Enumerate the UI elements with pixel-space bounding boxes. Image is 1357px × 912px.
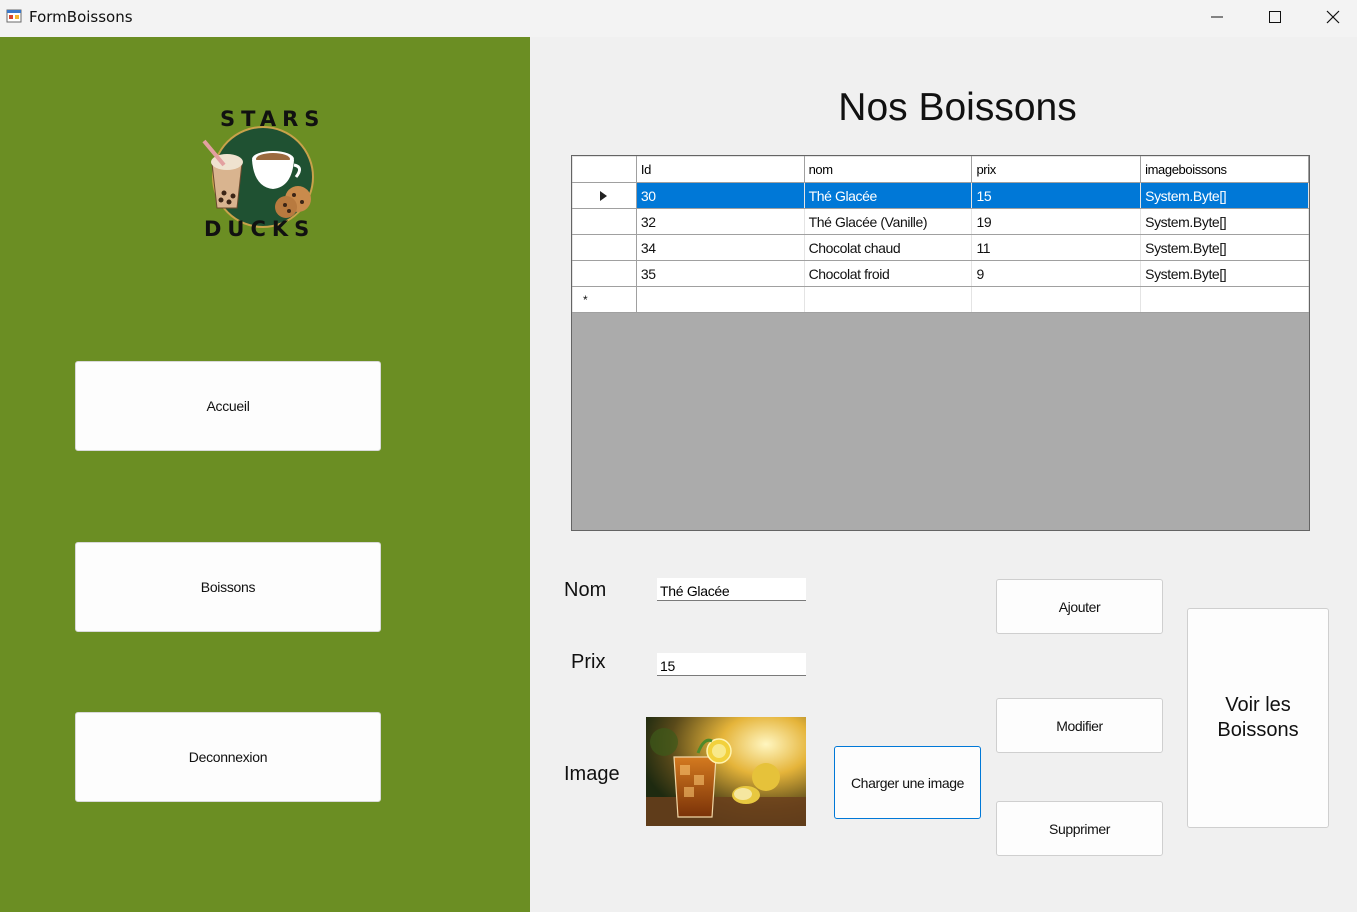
logo: STARS DUCKS <box>190 105 340 250</box>
new-row-marker[interactable]: * <box>572 286 637 313</box>
minimize-button[interactable] <box>1188 0 1246 34</box>
cell-prix[interactable]: 19 <box>971 208 1142 235</box>
boisson-image <box>646 717 806 826</box>
deconnexion-button[interactable]: Deconnexion <box>75 712 381 802</box>
cell-id[interactable]: 30 <box>635 182 805 209</box>
cell-prix[interactable]: 11 <box>971 234 1142 261</box>
ajouter-button[interactable]: Ajouter <box>996 579 1163 634</box>
app-icon <box>6 8 22 24</box>
table-row[interactable]: 34 Chocolat chaud 11 System.Byte[] <box>572 234 1309 261</box>
cell-id[interactable]: 32 <box>635 208 805 235</box>
logo-top-text: STARS <box>220 107 326 131</box>
title-bar: FormBoissons <box>0 0 1357 37</box>
iced-tea-image <box>646 717 806 826</box>
sidebar: STARS DUCKS Accueil Boissons Deconnexion <box>0 37 530 912</box>
column-header-prix[interactable]: prix <box>971 156 1142 183</box>
cell-nom[interactable]: Thé Glacée <box>803 182 973 209</box>
cell-image[interactable]: System.Byte[] <box>1140 234 1309 261</box>
image-label: Image <box>564 763 620 785</box>
cell-prix[interactable] <box>971 286 1142 313</box>
nom-field[interactable] <box>657 578 806 601</box>
prix-field[interactable] <box>657 653 806 676</box>
cell-nom[interactable]: Chocolat chaud <box>803 234 973 261</box>
row-header[interactable] <box>572 234 637 261</box>
supprimer-button[interactable]: Supprimer <box>996 801 1163 856</box>
table-row[interactable]: 30 Thé Glacée 15 System.Byte[] <box>572 182 1309 209</box>
grid-table: Id nom prix imageboissons 30 Thé Glacée … <box>572 156 1309 313</box>
current-row-arrow-icon <box>600 190 608 201</box>
cell-image[interactable]: System.Byte[] <box>1140 260 1309 287</box>
boissons-button[interactable]: Boissons <box>75 542 381 632</box>
window-title: FormBoissons <box>29 8 133 26</box>
charger-image-button[interactable]: Charger une image <box>834 746 981 819</box>
maximize-button[interactable] <box>1246 0 1304 34</box>
cell-id[interactable] <box>635 286 805 313</box>
row-header[interactable] <box>572 182 637 209</box>
row-header[interactable] <box>572 260 637 287</box>
grid-corner[interactable] <box>572 156 637 183</box>
column-header-id[interactable]: Id <box>635 156 805 183</box>
cell-nom[interactable]: Thé Glacée (Vanille) <box>803 208 973 235</box>
logo-bottom-text: DUCKS <box>204 217 316 241</box>
cell-prix[interactable]: 15 <box>971 182 1142 209</box>
cell-nom[interactable] <box>803 286 973 313</box>
cell-image[interactable]: System.Byte[] <box>1140 208 1309 235</box>
prix-label: Prix <box>571 651 606 673</box>
cell-image[interactable] <box>1140 286 1309 313</box>
cell-id[interactable]: 34 <box>635 234 805 261</box>
column-header-nom[interactable]: nom <box>803 156 973 183</box>
cell-id[interactable]: 35 <box>635 260 805 287</box>
column-header-imageboissons[interactable]: imageboissons <box>1140 156 1309 183</box>
modifier-button[interactable]: Modifier <box>996 698 1163 753</box>
nom-label: Nom <box>564 579 607 601</box>
table-row[interactable]: 32 Thé Glacée (Vanille) 19 System.Byte[] <box>572 208 1309 235</box>
maximize-icon <box>1269 11 1281 23</box>
close-icon <box>1326 10 1340 24</box>
boissons-grid[interactable]: Id nom prix imageboissons 30 Thé Glacée … <box>571 155 1310 531</box>
row-header[interactable] <box>572 208 637 235</box>
table-row[interactable]: 35 Chocolat froid 9 System.Byte[] <box>572 260 1309 287</box>
grid-header-row: Id nom prix imageboissons <box>572 156 1309 183</box>
minimize-icon <box>1211 16 1223 18</box>
accueil-button[interactable]: Accueil <box>75 361 381 451</box>
page-title: Nos Boissons <box>838 86 1077 129</box>
voir-boissons-button[interactable]: Voir les Boissons <box>1187 608 1329 828</box>
close-button[interactable] <box>1304 0 1357 34</box>
new-row[interactable]: * <box>572 286 1309 313</box>
cell-prix[interactable]: 9 <box>971 260 1142 287</box>
cell-nom[interactable]: Chocolat froid <box>803 260 973 287</box>
cell-image[interactable]: System.Byte[] <box>1140 182 1309 209</box>
